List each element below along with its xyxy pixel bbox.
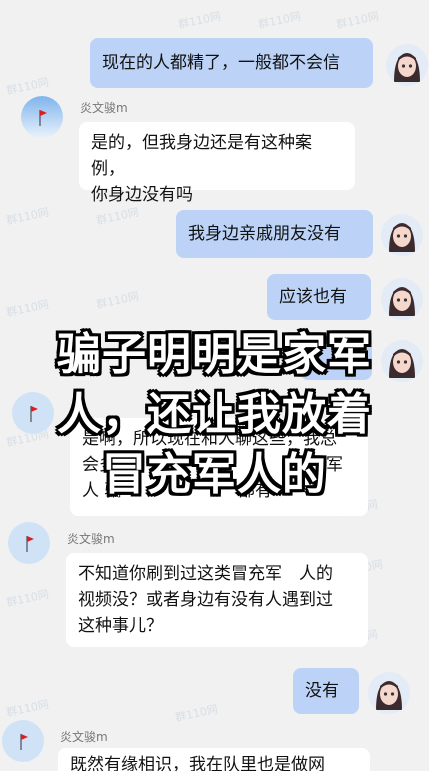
flag-avatar-icon (21, 96, 63, 138)
watermark: 群110网 (5, 205, 50, 228)
message-text: 我身边亲戚朋友没有 (188, 224, 341, 244)
avatar[interactable] (2, 720, 44, 762)
watermark: 群110网 (335, 9, 380, 32)
avatar[interactable] (386, 44, 428, 86)
message-bubble-outgoing[interactable]: 我身边亲戚朋友没有 (176, 210, 373, 258)
avatar[interactable] (368, 672, 410, 714)
avatar[interactable] (381, 214, 423, 256)
girl-avatar-icon (386, 44, 428, 86)
avatar[interactable] (8, 522, 50, 564)
message-bubble-incoming[interactable]: 不知道你刷到过这类冒充军 人的 视频没？或者身边有没有人遇到过 这种事儿？ (66, 553, 368, 647)
message-text: 既然有缘相识，我在队里也是做网 (70, 755, 325, 771)
message-bubble-outgoing[interactable]: 没有 (293, 668, 359, 714)
flag-avatar-icon (8, 522, 50, 564)
watermark: 群110网 (5, 297, 50, 320)
watermark: 群110网 (5, 587, 50, 610)
message-text: 你身边没有吗 (91, 185, 193, 205)
avatar[interactable] (21, 96, 63, 138)
watermark: 群110网 (177, 9, 222, 32)
sender-name: 炎文骏m (67, 532, 115, 546)
watermark: 群110网 (5, 697, 50, 720)
watermark: 群110网 (174, 702, 219, 725)
message-bubble-outgoing[interactable]: 现在的人都精了，一般都不会信 (90, 38, 373, 88)
watermark: 群110网 (257, 9, 302, 32)
sender-name: 炎文骏m (60, 730, 108, 744)
message-text: 视频没？或者身边有没有人遇到过 (78, 590, 333, 610)
overlay-caption-line3: 冒充军人的 (102, 449, 327, 500)
overlay-caption-line2: 人，还让我放着 (57, 389, 372, 440)
girl-avatar-icon (368, 672, 410, 714)
message-text: 没有 (305, 681, 339, 701)
sender-name: 炎文骏m (80, 101, 128, 115)
flag-avatar-icon (2, 720, 44, 762)
girl-avatar-icon (381, 278, 423, 320)
message-text: 应该也有 (279, 287, 347, 307)
overlay-caption-line1: 骗子明明是家军 (57, 329, 372, 380)
message-bubble-outgoing[interactable]: 应该也有 (267, 274, 371, 320)
message-bubble-incoming[interactable]: 是的，但我身边还是有这种案例， 你身边没有吗 (79, 122, 355, 205)
girl-avatar-icon (381, 214, 423, 256)
watermark: 群110网 (95, 289, 140, 312)
message-text: 是的，但我身边还是有这种案例， (91, 133, 312, 179)
avatar[interactable] (381, 278, 423, 320)
message-bubble-incoming[interactable]: 既然有缘相识，我在队里也是做网 (58, 748, 370, 771)
message-text: 不知道你刷到过这类冒充军 人的 (78, 564, 333, 584)
message-text: 这种事儿？ (78, 616, 163, 636)
message-text: 现在的人都精了，一般都不会信 (102, 53, 340, 73)
watermark: 群110网 (5, 75, 50, 98)
